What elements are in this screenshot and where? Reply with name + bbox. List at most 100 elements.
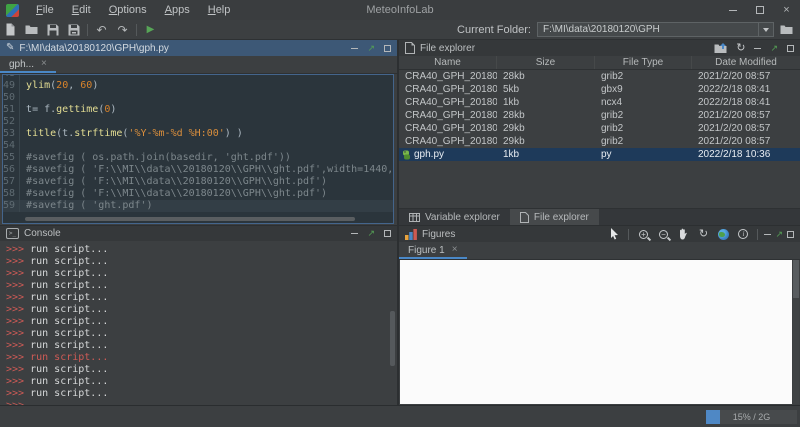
- cell-size: 1kb: [497, 97, 595, 108]
- memory-indicator[interactable]: 15% / 2G: [706, 410, 797, 424]
- console-output[interactable]: >>> run script...>>> run script...>>> ru…: [0, 241, 397, 405]
- column-header-size[interactable]: Size: [497, 56, 595, 69]
- save-button[interactable]: [42, 21, 63, 39]
- panel-minimize-icon[interactable]: [351, 48, 358, 49]
- panel-maximize-icon[interactable]: [384, 230, 391, 237]
- cell-filetype: grib2: [595, 110, 692, 121]
- run-script-button[interactable]: ▶: [140, 21, 161, 39]
- panel-minimize-icon[interactable]: [754, 48, 761, 49]
- console-titlebar[interactable]: >_ Console ↗: [0, 226, 397, 241]
- file-row-cra40-gph-2018012-[interactable]: CRA40_GPH_2018012...28kbgrib22021/2/20 0…: [399, 70, 800, 83]
- panel-minimize-icon[interactable]: [764, 234, 771, 235]
- figure-canvas[interactable]: [400, 260, 792, 404]
- parent-folder-button[interactable]: [714, 43, 727, 54]
- main-toolbar: ↶ ↷ ▶ Current Folder: F:\MI\data\2018012…: [0, 20, 800, 40]
- python-icon: [402, 150, 411, 160]
- select-cursor-button[interactable]: [606, 227, 622, 241]
- menu-options[interactable]: Options: [100, 0, 156, 20]
- new-file-button[interactable]: [0, 21, 21, 39]
- code-line: #savefig ( 'F:\\MI\\data\\20180120\\GPH\…: [26, 164, 394, 176]
- code-editor[interactable]: 484950515253545556575859 ylim(20, 60) t=…: [2, 74, 394, 224]
- window-maximize-button[interactable]: [746, 0, 773, 20]
- column-header-name[interactable]: Name: [399, 56, 497, 69]
- panel-float-icon[interactable]: ↗: [775, 230, 783, 239]
- menu-file[interactable]: File: [27, 0, 63, 20]
- console-prompt: >>>: [6, 316, 30, 327]
- editor-titlebar[interactable]: ✎ F:\MI\data\20180120\GPH\gph.py ↗: [0, 40, 397, 56]
- identify-button[interactable]: i: [735, 227, 751, 241]
- panel-float-icon[interactable]: ↗: [770, 44, 778, 53]
- browse-folder-button[interactable]: [780, 24, 793, 35]
- cell-filetype: grib2: [595, 136, 692, 147]
- figures-titlebar[interactable]: Figures + − ↻ i ↗: [399, 226, 800, 242]
- app-logo-icon: [6, 4, 19, 17]
- console-text: run script...: [30, 292, 108, 303]
- meteoinfolab-window: FileEditOptionsAppsHelp MeteoInfoLab × ↶…: [0, 0, 800, 427]
- editor-horizontal-scrollbar[interactable]: [25, 217, 355, 221]
- file-row-cra40-gph-2018012-[interactable]: CRA40_GPH_2018012...5kbgbx92022/2/18 08:…: [399, 83, 800, 96]
- globe-button[interactable]: [715, 227, 731, 241]
- current-folder-combobox[interactable]: F:\MI\data\20180120\GPH: [537, 22, 774, 37]
- undo-button[interactable]: ↶: [91, 21, 112, 39]
- console-text: run script...: [30, 316, 108, 327]
- file-row-cra40-gph-2018012-[interactable]: CRA40_GPH_2018012...1kbncx42022/2/18 08:…: [399, 96, 800, 109]
- column-header-filetype[interactable]: File Type: [595, 56, 692, 69]
- redo-button[interactable]: ↷: [112, 21, 133, 39]
- tab-variable-explorer[interactable]: Variable explorer: [399, 209, 510, 225]
- zoom-in-button[interactable]: +: [635, 227, 651, 241]
- open-folder-button[interactable]: [21, 21, 42, 39]
- explorer-bottom-tabs: Variable explorer File explorer: [399, 208, 800, 225]
- refresh-button[interactable]: ↻: [736, 43, 745, 54]
- menu-help[interactable]: Help: [199, 0, 240, 20]
- panel-float-icon[interactable]: ↗: [367, 44, 375, 53]
- rotate-button[interactable]: ↻: [695, 227, 711, 241]
- console-prompt: >>>: [6, 340, 30, 351]
- console-line: >>> run script...: [6, 304, 397, 316]
- file-row-cra40-gph-2018012-[interactable]: CRA40_GPH_2018012...29kbgrib22021/2/20 0…: [399, 122, 800, 135]
- toolbar-separator: [628, 229, 629, 240]
- cursor-icon: [610, 228, 619, 240]
- code-line: [26, 116, 394, 128]
- window-close-button[interactable]: ×: [773, 0, 800, 20]
- panel-maximize-icon[interactable]: [787, 231, 794, 238]
- menu-apps[interactable]: Apps: [156, 0, 199, 20]
- panel-maximize-icon[interactable]: [787, 45, 794, 52]
- panel-minimize-icon[interactable]: [351, 233, 358, 234]
- menu-bar: FileEditOptionsAppsHelp MeteoInfoLab ×: [0, 0, 800, 20]
- run-icon: ▶: [147, 25, 155, 35]
- menu-edit[interactable]: Edit: [63, 0, 100, 20]
- file-row-gph-py[interactable]: gph.py1kbpy2022/2/18 10:36: [399, 148, 800, 161]
- cell-filetype: ncx4: [595, 97, 692, 108]
- tab-close-icon[interactable]: ×: [41, 59, 47, 69]
- save-icon: [47, 24, 59, 36]
- cell-size: 29kb: [497, 136, 595, 147]
- console-text: run script...: [30, 304, 108, 315]
- line-number: 49: [3, 80, 19, 92]
- console-prompt: >>>: [6, 328, 30, 339]
- tab-close-icon[interactable]: ×: [452, 245, 458, 255]
- console-prompt: >>>: [6, 364, 30, 375]
- pan-button[interactable]: [675, 227, 691, 241]
- zoom-out-button[interactable]: −: [655, 227, 671, 241]
- scrollbar-thumb[interactable]: [793, 260, 799, 298]
- line-number: 55: [3, 152, 19, 164]
- save-as-button[interactable]: [63, 21, 84, 39]
- cell-name: CRA40_GPH_2018012...: [399, 84, 497, 95]
- figure-1-tab[interactable]: Figure 1 ×: [399, 241, 467, 259]
- window-minimize-button[interactable]: [719, 0, 746, 20]
- panel-float-icon[interactable]: ↗: [367, 229, 375, 238]
- figures-scrollbar[interactable]: [793, 260, 799, 404]
- tab-file-explorer[interactable]: File explorer: [510, 209, 599, 225]
- combobox-dropdown-button[interactable]: [758, 23, 773, 36]
- file-row-cra40-gph-2018012-[interactable]: CRA40_GPH_2018012...29kbgrib22021/2/20 0…: [399, 135, 800, 148]
- console-scrollbar[interactable]: [390, 311, 395, 366]
- console-line: >>> run script...: [6, 268, 397, 280]
- cell-name: CRA40_GPH_2018012...: [399, 136, 497, 147]
- file-row-cra40-gph-2018012-[interactable]: CRA40_GPH_2018012...28kbgrib22021/2/20 0…: [399, 109, 800, 122]
- file-explorer-titlebar[interactable]: File explorer ↻ ↗: [399, 40, 800, 56]
- panel-maximize-icon[interactable]: [384, 45, 391, 52]
- cell-name: CRA40_GPH_2018012...: [399, 97, 497, 108]
- column-header-datemodified[interactable]: Date Modified: [692, 56, 800, 69]
- figure-tab-label: Figure 1: [408, 245, 445, 256]
- editor-tab-gph[interactable]: gph... ×: [0, 55, 56, 73]
